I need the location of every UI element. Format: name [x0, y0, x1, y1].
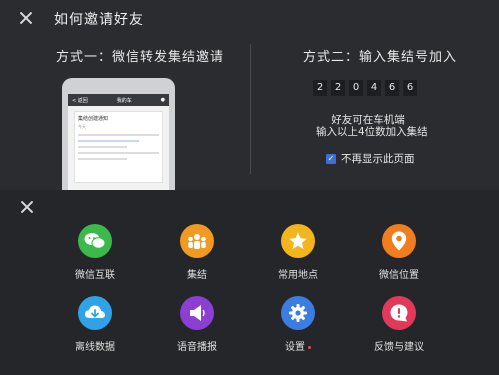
app-offline-data[interactable]: 离线数据: [50, 296, 140, 353]
hint-line2: 输入以上4位数加入集结: [316, 126, 428, 138]
app-settings[interactable]: 设置: [253, 296, 343, 353]
app-wechat-location[interactable]: 微信位置: [354, 224, 444, 281]
app-feedback[interactable]: 反馈与建议: [354, 296, 444, 353]
code-digit: 2: [331, 80, 345, 96]
code-digit: 2: [313, 80, 327, 96]
text-line: [78, 134, 159, 136]
phone-illustration: < 返回 我的车 ● 集结创建通知 今天: [62, 78, 175, 190]
phone-header: < 返回 我的车 ●: [68, 94, 169, 106]
wechat-icon: [78, 224, 112, 258]
app-wechat-link[interactable]: 微信互联: [50, 224, 140, 281]
app-voice-broadcast[interactable]: 语音播报: [152, 296, 242, 353]
text-line: [78, 152, 159, 154]
notification-dot: [308, 345, 311, 349]
text-line: [78, 158, 127, 160]
text-line: [78, 146, 127, 148]
app-label: 微信位置: [379, 270, 419, 281]
checkbox-label: 不再显示此页面: [341, 153, 415, 165]
app-favorite-places[interactable]: 常用地点: [253, 224, 343, 281]
group-icon: [180, 224, 214, 258]
app-label: 常用地点: [278, 270, 318, 281]
app-label: 语音播报: [177, 342, 217, 353]
phone-screen: < 返回 我的车 ● 集结创建通知 今天: [68, 94, 169, 190]
phone-title: 我的车: [116, 97, 132, 104]
location-pin-icon: [382, 224, 416, 258]
dont-show-again-checkbox[interactable]: ✓ 不再显示此页面: [326, 151, 415, 166]
code-digit: 0: [349, 80, 363, 96]
close-icon[interactable]: [20, 200, 34, 214]
app-label: 微信互联: [75, 270, 115, 281]
checkmark-icon[interactable]: ✓: [326, 153, 336, 164]
code-digit: 4: [367, 80, 381, 96]
speaker-icon: [180, 296, 214, 330]
divider: [250, 44, 251, 174]
gear-icon: [281, 296, 315, 330]
app-group[interactable]: 集结: [152, 224, 242, 281]
text-line: [78, 140, 139, 142]
method1-title: 方式一：微信转发集结邀请: [56, 50, 225, 65]
person-icon: ●: [160, 97, 165, 103]
code-digit: 6: [403, 80, 417, 96]
dialog-title: 如何邀请好友: [54, 12, 144, 28]
feature-panel: 微信互联 集结 常用地点 微信位置 离线数据 语音播报 设置 反馈与建议: [0, 190, 499, 375]
app-label: 设置: [253, 338, 343, 353]
star-icon: [281, 224, 315, 258]
app-label: 离线数据: [75, 342, 115, 353]
method2-title: 方式二：输入集结号加入: [303, 50, 458, 65]
download-icon: [78, 296, 112, 330]
close-icon[interactable]: [19, 11, 33, 25]
app-label: 反馈与建议: [374, 342, 424, 353]
phone-back: < 返回: [72, 97, 88, 104]
feedback-icon: [382, 296, 416, 330]
invite-dialog: 如何邀请好友 方式一：微信转发集结邀请 方式二：输入集结号加入 < 返回 我的车…: [0, 0, 499, 190]
group-code: 2 2 0 4 6 6: [313, 80, 417, 96]
code-digit: 6: [385, 80, 399, 96]
app-label: 集结: [187, 270, 207, 281]
